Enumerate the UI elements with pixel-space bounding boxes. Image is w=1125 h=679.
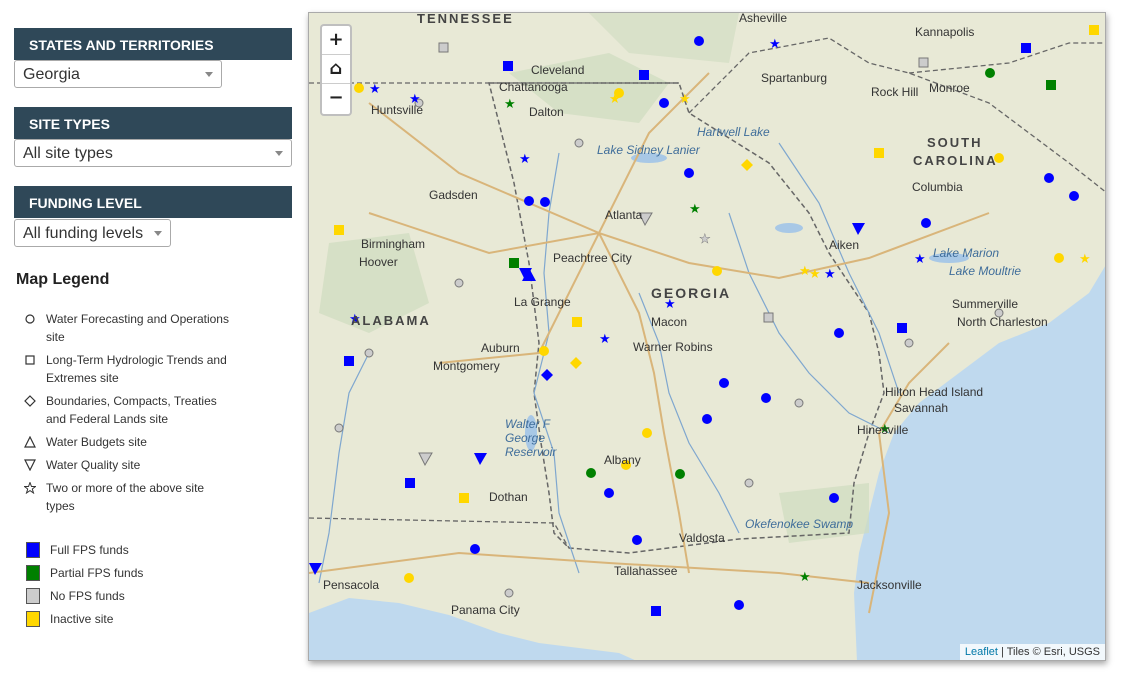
zoom-in-button[interactable]: + [322,26,350,55]
map-label-kannapolis: Kannapolis [915,25,975,39]
map-label-south-carolina-2: CAROLINA [913,153,998,168]
map-label-asheville: Asheville [739,12,788,25]
map-label-hilton-head: Hilton Head Island [885,385,984,399]
map-label-atlanta: Atlanta [605,208,643,222]
sidebar: STATES AND TERRITORIES Georgia SITE TYPE… [0,0,300,679]
funding-select-value: All funding levels [23,225,144,242]
triangle-down-icon [24,459,36,471]
chevron-down-icon [275,151,283,156]
square-icon [25,355,35,365]
inactive-label: Inactive site [50,612,114,626]
svg-text:★: ★ [914,251,926,266]
no-funds-label: No FPS funds [50,589,125,603]
map-basemap: ★ ★ ★ ★ ★ ★ ★ ★ ★ ★ ★ ★ ★ ★ ★ ★ ★ ★ ★ ★ [309,13,1105,660]
map-label-monroe: Monroe [929,81,970,95]
svg-text:★: ★ [799,569,811,584]
funding-header: FUNDING LEVEL [14,186,292,218]
map-label-lake-moultrie: Lake Moultrie [949,264,1022,278]
funding-select[interactable]: All funding levels [14,219,171,247]
svg-text:★: ★ [504,96,516,111]
svg-text:★: ★ [699,231,711,246]
map-label-albany: Albany [604,453,641,467]
map-label-gadsden: Gadsden [429,188,478,202]
map-label-birmingham: Birmingham [361,237,426,251]
map-label-rock-hill: Rock Hill [871,85,919,99]
map-label-jacksonville: Jacksonville [857,578,922,592]
no-funds-swatch [26,588,40,604]
circle-icon [25,314,35,324]
map-label-hartwell-lake: Hartwell Lake [697,125,770,139]
chevron-down-icon [154,231,162,236]
map-label-lake-lanier: Lake Sidney Lanier [597,143,700,157]
map-label-peachtree-city: Peachtree City [553,251,632,265]
leaflet-link[interactable]: Leaflet [965,646,998,658]
map-label-pensacola: Pensacola [323,578,380,592]
svg-text:★: ★ [519,151,531,166]
partial-funds-swatch [26,565,40,581]
partial-funds-label: Partial FPS funds [50,566,144,580]
map-label-cleveland: Cleveland [531,63,585,77]
map-label-summerville: Summerville [952,297,1019,311]
states-header: STATES AND TERRITORIES [14,28,292,60]
map-label-huntsville: Huntsville [371,103,424,117]
svg-text:★: ★ [824,266,836,281]
states-select[interactable]: Georgia [14,60,222,88]
legend-title: Map Legend [16,271,110,288]
map-label-auburn: Auburn [481,341,520,355]
svg-text:★: ★ [1079,251,1091,266]
map-label-spartanburg: Spartanburg [761,71,828,85]
map-attribution: Leaflet | Tiles © Esri, USGS [959,644,1105,660]
map-label-dothan: Dothan [489,490,528,504]
map-label-tennessee: TENNESSEE [417,12,514,26]
map-label-columbia: Columbia [912,180,963,194]
svg-text:★: ★ [369,81,381,96]
home-icon[interactable]: ⌂ [322,55,350,84]
zoom-control: + ⌂ − [320,24,352,116]
map-label-dalton: Dalton [529,105,564,119]
map-label-savannah: Savannah [894,401,949,415]
diamond-icon [24,395,36,407]
chevron-down-icon [205,72,213,77]
site-types-select-value: All site types [23,145,113,162]
zoom-out-button[interactable]: − [322,84,350,113]
svg-text:★: ★ [609,91,621,106]
map-label-north-charleston: North Charleston [957,315,1048,329]
map-label-alabama: ALABAMA [351,313,431,328]
map-label-aiken: Aiken [829,238,860,252]
map-label-okefenokee: Okefenokee Swamp [745,517,854,531]
map-label-warner-robins: Warner Robins [633,340,713,354]
svg-text:★: ★ [769,36,781,51]
map-label-walter-f-george: Walter F George Reservoir [505,417,557,459]
full-funds-label: Full FPS funds [50,543,129,557]
svg-text:★: ★ [679,91,691,106]
inactive-swatch [26,611,40,627]
attribution-text: | Tiles © Esri, USGS [997,646,1100,658]
map-label-tallahassee: Tallahassee [614,564,678,578]
full-funds-swatch [26,542,40,558]
map-label-chattanooga: Chattanooga [499,80,568,94]
map-label-macon: Macon [651,315,688,329]
states-select-value: Georgia [23,66,80,83]
map-label-lake-marion: Lake Marion [933,246,1000,260]
svg-text:★: ★ [689,201,701,216]
site-types-header: SITE TYPES [14,107,292,139]
map-label-montgomery: Montgomery [433,359,500,373]
map[interactable]: ★ ★ ★ ★ ★ ★ ★ ★ ★ ★ ★ ★ ★ ★ ★ ★ ★ ★ ★ ★ … [308,12,1106,661]
map-label-hinesville: Hinesville [857,423,909,437]
map-label-valdosta: Valdosta [679,531,725,545]
map-label-la-grange: La Grange [514,295,571,309]
map-label-south-carolina-1: SOUTH [927,135,983,150]
map-label-panama-city: Panama City [451,603,520,617]
map-label-hoover: Hoover [359,255,398,269]
site-types-select[interactable]: All site types [14,139,292,167]
svg-text:★: ★ [599,331,611,346]
map-label-georgia: GEORGIA [651,285,732,301]
triangle-up-icon [24,436,36,448]
star-icon [24,482,36,494]
svg-text:★: ★ [809,266,821,281]
